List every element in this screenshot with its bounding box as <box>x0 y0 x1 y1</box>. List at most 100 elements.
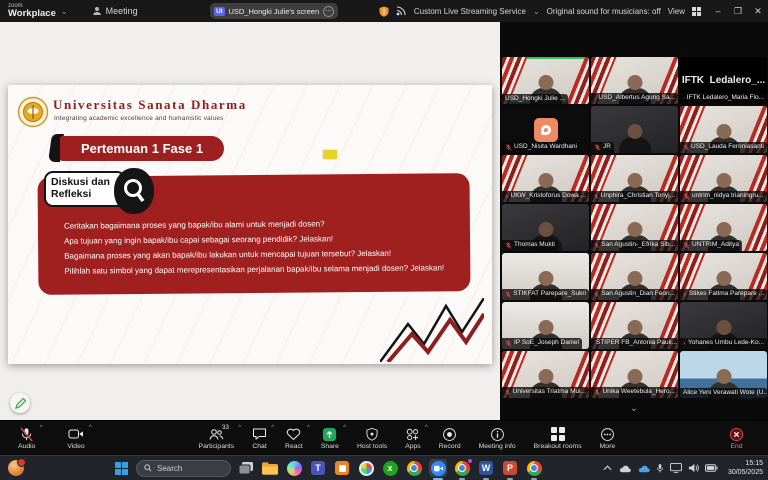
task-view-icon[interactable] <box>237 459 255 477</box>
onedrive-icon[interactable] <box>618 464 631 473</box>
record-button[interactable]: Record <box>431 421 469 456</box>
microphone-icon[interactable] <box>656 463 664 474</box>
original-sound-toggle[interactable]: Original sound for musicians: off <box>547 7 661 16</box>
volume-icon[interactable] <box>688 463 699 473</box>
chrome-icon-3[interactable] <box>525 459 543 477</box>
search-input[interactable]: Search <box>136 460 231 477</box>
powerpoint-icon[interactable]: P <box>501 459 519 477</box>
outlook-icon[interactable] <box>333 459 351 477</box>
video-tile[interactable]: untrim_nidya trianingru... <box>680 155 767 202</box>
zoom-workplace-logo[interactable]: zoom Workplace <box>8 3 56 19</box>
participant-name: San Agustin_Dian Feori... <box>591 289 678 300</box>
chevron-up-icon[interactable]: ^ <box>425 425 428 431</box>
video-tile[interactable]: San Agustin-_Efrika Sib... <box>591 204 678 251</box>
video-tile[interactable]: IFTK Ledalero_...IFTK Ledalero_Maria Flo… <box>680 57 767 104</box>
gallery-collapse-chevron-icon[interactable]: ⌄ <box>630 404 638 414</box>
widgets-account-icon[interactable] <box>8 460 24 476</box>
chevron-up-icon[interactable]: ^ <box>238 425 241 431</box>
tab-shared-screen[interactable]: UI USD_Hongki Julie's screen ⋯ <box>210 3 338 19</box>
word-icon[interactable]: W <box>477 459 495 477</box>
copilot-icon[interactable] <box>285 459 303 477</box>
meeting-icon <box>92 6 102 16</box>
chevron-up-icon[interactable]: ^ <box>271 425 274 431</box>
avatar <box>534 118 558 142</box>
annotation-marker <box>323 150 337 159</box>
participants-button[interactable]: Participants33^ <box>191 421 243 456</box>
zoom-app-icon[interactable] <box>429 459 447 477</box>
display-icon[interactable] <box>670 463 682 473</box>
taskbar-center: Search Tx WP <box>112 459 543 477</box>
video-tile[interactable]: San Agustin_Dian Feori... <box>591 253 678 300</box>
participant-name: Stikes Fatima Parepare ... <box>680 289 767 300</box>
chevron-up-icon[interactable]: ^ <box>89 425 92 431</box>
video-tile[interactable]: STIKFAT Parepare_Sukri <box>502 253 589 300</box>
participant-name: Universitas Triatma Mul... <box>502 387 589 398</box>
toolbar-label: Participants <box>199 443 235 450</box>
video-tile[interactable]: Thomas Mukti <box>502 204 589 251</box>
maximize-button[interactable]: ❐ <box>728 6 748 17</box>
view-grid-icon[interactable] <box>692 7 701 16</box>
cloud-icon[interactable] <box>637 464 650 473</box>
meeting-info-button[interactable]: Meeting info <box>471 421 524 456</box>
video-tile[interactable]: JR <box>591 106 678 153</box>
close-button[interactable]: ✕ <box>748 6 768 17</box>
question-item: Pilihlah satu simbol yang dapat merepres… <box>64 260 464 278</box>
end-button[interactable]: End <box>721 421 752 456</box>
more-button[interactable]: More <box>592 421 624 456</box>
taskbar-clock[interactable]: 15:15 30/05/2025 <box>728 459 763 477</box>
video-tile[interactable]: Universitas Triatma Mul... <box>502 351 589 398</box>
toolbar-label: React <box>285 443 303 450</box>
participant-name: USD_Albertus Agung Sa... <box>591 93 678 104</box>
share-button[interactable]: Share^ <box>313 421 347 456</box>
participant-name: Yohanes Umbu Lede-Ko... <box>680 338 767 349</box>
minimize-button[interactable]: – <box>708 6 728 17</box>
tab-meeting[interactable]: Meeting <box>92 6 138 16</box>
muted-mic-icon <box>505 389 511 396</box>
chrome-icon-2[interactable] <box>453 459 471 477</box>
video-tile[interactable]: Alice Yeni Verawati Wote (U... <box>680 351 767 398</box>
muted-mic-icon <box>683 144 689 151</box>
video-tile[interactable]: USD_Albertus Agung Sa... <box>591 57 678 104</box>
video-tile[interactable]: Stikes Fatima Parepare ... <box>680 253 767 300</box>
chevron-up-icon[interactable]: ^ <box>343 425 346 431</box>
video-tile[interactable]: USD_Lauda Feroniasanti <box>680 106 767 153</box>
video-tile[interactable]: STIPER FB_Antonia Pauli... <box>591 302 678 349</box>
view-button-label[interactable]: View <box>668 7 685 16</box>
streaming-service-label[interactable]: Custom Live Streaming Service <box>414 7 526 16</box>
security-shield-icon[interactable] <box>379 6 389 17</box>
chrome-icon[interactable] <box>405 459 423 477</box>
start-icon[interactable] <box>112 459 130 477</box>
chevron-up-icon[interactable] <box>603 465 612 471</box>
video-tile[interactable]: UKW_Kristoforus Dowa ... <box>502 155 589 202</box>
video-tile[interactable]: USD_Nisita Wardhani <box>502 106 589 153</box>
video-tile[interactable]: USD_Hongki Julie ... <box>502 57 589 104</box>
react-button[interactable]: React ^ <box>277 421 311 456</box>
pencil-icon <box>15 398 26 409</box>
participant-name: USD_Lauda Feroniasanti <box>680 142 767 153</box>
xbox-icon[interactable]: x <box>381 459 399 477</box>
video-tile[interactable]: UNTRIM_Aditya <box>680 204 767 251</box>
toolbar-label: Record <box>439 443 461 450</box>
video-tile[interactable]: Unika Weetebula_Hero... <box>591 351 678 398</box>
video-button[interactable]: Video^ <box>59 421 92 456</box>
breakout-rooms-button[interactable]: Breakout rooms <box>526 421 590 456</box>
chat-button[interactable]: Chat^ <box>244 421 275 456</box>
teams-icon[interactable]: T <box>309 459 327 477</box>
battery-icon[interactable] <box>705 464 718 472</box>
audio-button[interactable]: Audio^ <box>10 421 43 456</box>
chevron-up-icon[interactable]: ^ <box>40 425 43 431</box>
toolbar-label: More <box>600 443 616 450</box>
chevron-down-icon[interactable]: ⌄ <box>61 7 68 16</box>
annotate-pencil-button[interactable] <box>10 393 30 413</box>
tab-options-icon[interactable]: ⋯ <box>323 6 334 17</box>
photos-icon[interactable] <box>357 459 375 477</box>
apps-button[interactable]: Apps^ <box>397 421 429 456</box>
host-tools-button[interactable]: Host tools <box>349 421 395 456</box>
file-explorer-icon[interactable] <box>261 459 279 477</box>
muted-mic-icon <box>594 291 599 298</box>
video-tile[interactable]: IP SoE_Joseph Daniel <box>502 302 589 349</box>
video-tile[interactable]: Unphira_Christian Tonyj... <box>591 155 678 202</box>
chevron-down-icon[interactable]: ⌄ <box>533 7 540 16</box>
chevron-up-icon[interactable]: ^ <box>307 425 310 431</box>
video-tile[interactable]: Yohanes Umbu Lede-Ko... <box>680 302 767 349</box>
